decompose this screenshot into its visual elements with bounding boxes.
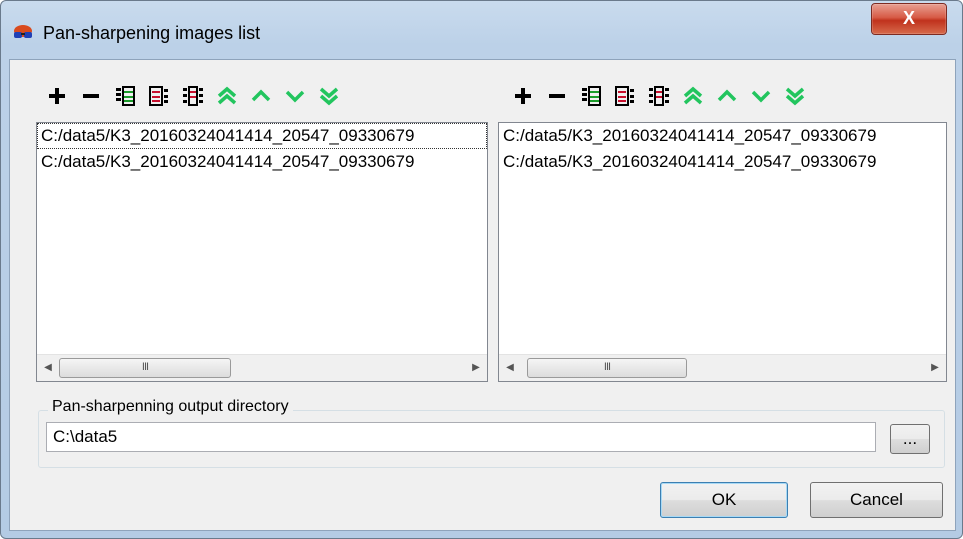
cancel-label: Cancel (850, 490, 903, 509)
move-bottom-icon (319, 87, 339, 106)
right-list-alt-button[interactable] (608, 80, 642, 112)
app-glasses-icon (14, 25, 32, 38)
browse-label: ... (902, 429, 918, 448)
list-item[interactable]: C:/data5/K3_20160324041414_20547_0933067… (499, 123, 946, 149)
cancel-button[interactable]: Cancel (810, 482, 943, 518)
add-icon (49, 88, 65, 104)
output-directory-label: Pan-sharpenning output directory (48, 398, 293, 416)
move-top-icon (683, 86, 703, 105)
right-move-up-button[interactable] (710, 80, 744, 112)
left-list-items: C:/data5/K3_20160324041414_20547_0933067… (37, 123, 487, 353)
list-alt-icon (149, 86, 168, 106)
left-toolbar (40, 80, 346, 112)
output-directory-input[interactable] (46, 422, 876, 452)
list-item[interactable]: C:/data5/K3_20160324041414_20547_0933067… (37, 123, 487, 149)
left-add-button[interactable] (40, 80, 74, 112)
right-list-button[interactable] (574, 80, 608, 112)
add-icon (515, 88, 531, 104)
list-item[interactable]: C:/data5/K3_20160324041414_20547_0933067… (37, 149, 487, 175)
remove-icon (83, 94, 99, 98)
scroll-thumb[interactable]: III (59, 358, 231, 378)
left-move-up-button[interactable] (244, 80, 278, 112)
left-move-top-button[interactable] (210, 80, 244, 112)
close-icon: X (902, 8, 915, 28)
list-alt-icon (615, 86, 634, 106)
left-list-alt-button[interactable] (142, 80, 176, 112)
window-title: Pan-sharpening images list (43, 23, 261, 43)
scroll-left-arrow-icon[interactable]: ◀ (499, 355, 521, 381)
move-up-icon (251, 89, 271, 102)
right-list-columns-button[interactable] (642, 80, 676, 112)
move-top-icon (217, 86, 237, 105)
remove-icon (549, 94, 565, 98)
left-list-button[interactable] (108, 80, 142, 112)
list-item[interactable]: C:/data5/K3_20160324041414_20547_0933067… (499, 149, 946, 175)
ok-label: OK (711, 490, 737, 509)
left-move-bottom-button[interactable] (312, 80, 346, 112)
move-bottom-icon (785, 87, 805, 106)
left-move-down-button[interactable] (278, 80, 312, 112)
right-move-top-button[interactable] (676, 80, 710, 112)
right-image-list[interactable]: C:/data5/K3_20160324041414_20547_0933067… (498, 122, 947, 382)
close-button[interactable]: X (871, 3, 947, 35)
dialog-window: Pan-sharpening images list X C:/data5/K3… (0, 0, 963, 539)
left-image-list[interactable]: C:/data5/K3_20160324041414_20547_0933067… (36, 122, 488, 382)
list-columns-icon (649, 86, 669, 106)
list-columns-icon (183, 86, 203, 106)
scroll-left-arrow-icon[interactable]: ◀ (37, 355, 59, 381)
move-up-icon (717, 89, 737, 102)
right-remove-button[interactable] (540, 80, 574, 112)
scroll-right-arrow-icon[interactable]: ▶ (465, 355, 487, 381)
right-horizontal-scrollbar[interactable]: ◀ III ▶ (499, 354, 946, 381)
right-toolbar (506, 80, 812, 112)
right-add-button[interactable] (506, 80, 540, 112)
scroll-thumb[interactable]: III (527, 358, 687, 378)
list-icon (582, 86, 601, 106)
left-remove-button[interactable] (74, 80, 108, 112)
list-icon (116, 86, 135, 106)
title-bar: Pan-sharpening images list X (1, 1, 962, 59)
scroll-right-arrow-icon[interactable]: ▶ (924, 355, 946, 381)
move-down-icon (751, 90, 771, 103)
browse-button[interactable]: ... (890, 424, 930, 454)
left-horizontal-scrollbar[interactable]: ◀ III ▶ (37, 354, 487, 381)
dialog-client-area: C:/data5/K3_20160324041414_20547_0933067… (9, 59, 956, 531)
right-list-items: C:/data5/K3_20160324041414_20547_0933067… (499, 123, 946, 353)
left-list-columns-button[interactable] (176, 80, 210, 112)
ok-button[interactable]: OK (660, 482, 788, 518)
right-move-bottom-button[interactable] (778, 80, 812, 112)
move-down-icon (285, 90, 305, 103)
right-move-down-button[interactable] (744, 80, 778, 112)
